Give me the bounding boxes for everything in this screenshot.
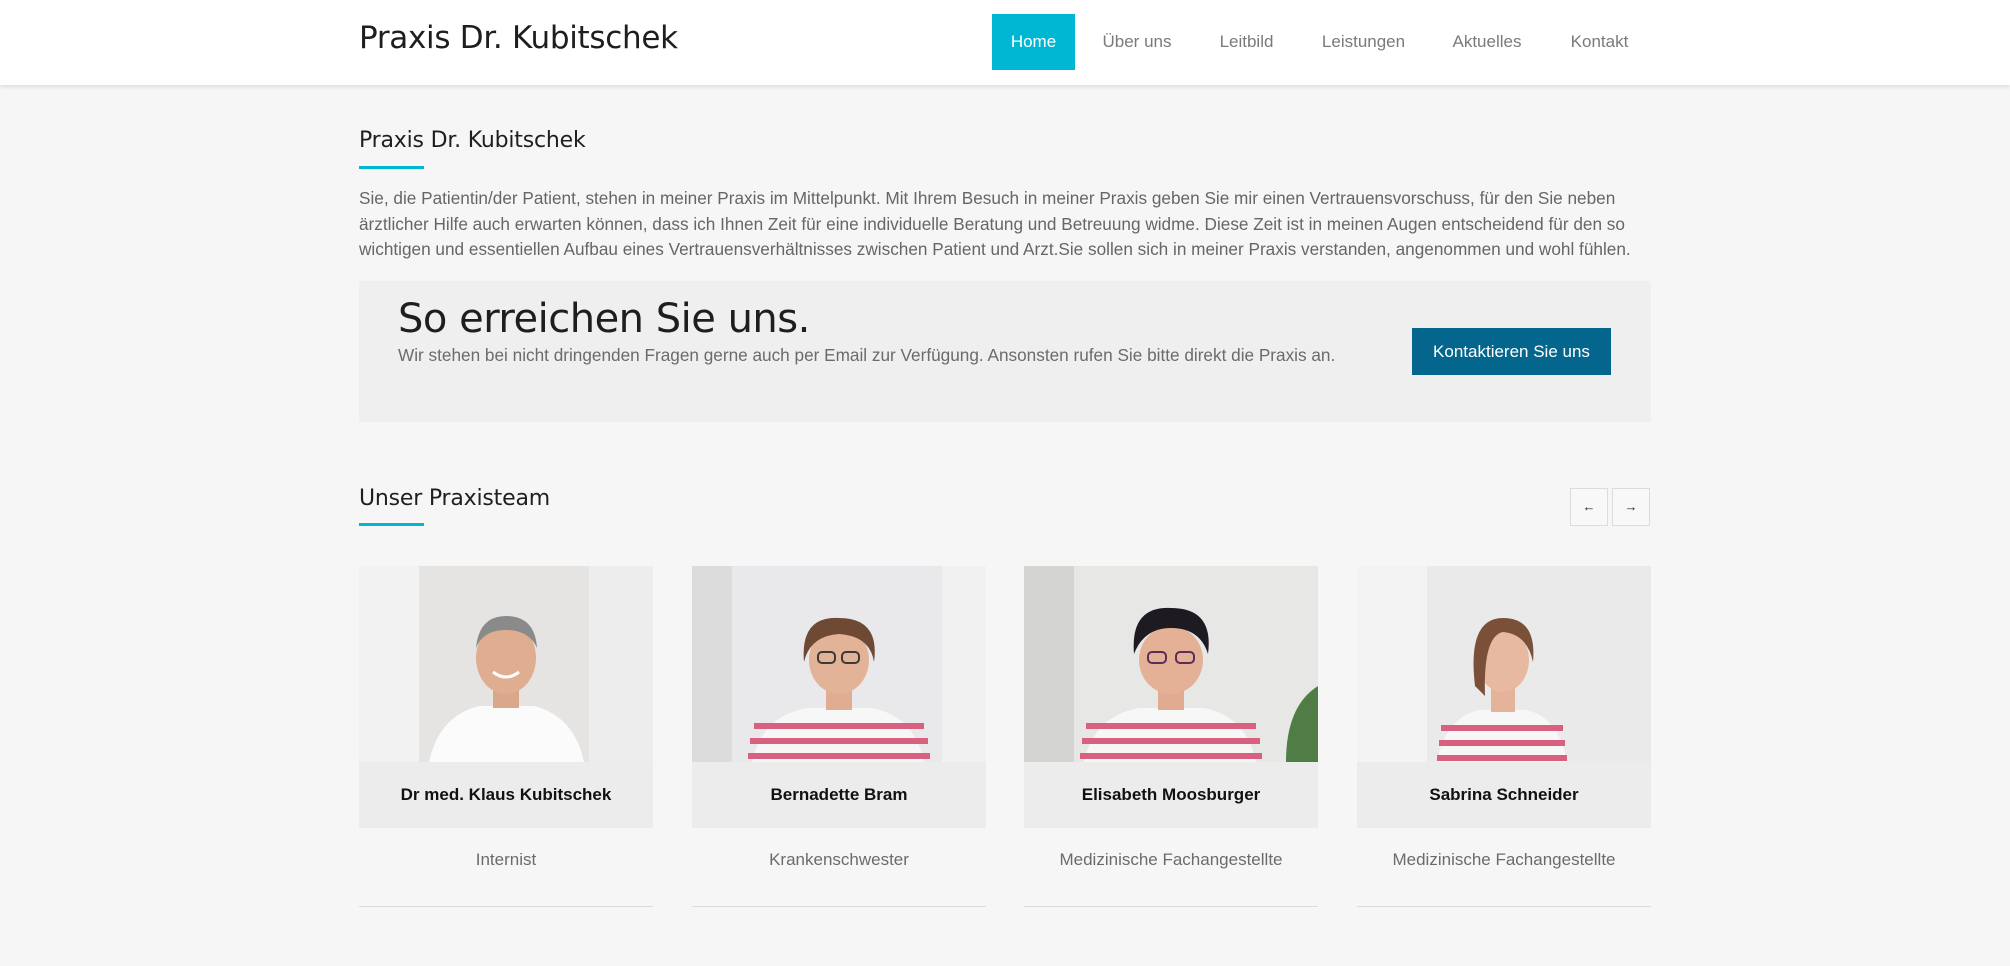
team-card[interactable]: Dr med. Klaus Kubitschek Internist <box>359 566 653 907</box>
team-photo <box>359 566 653 762</box>
team-member-name: Dr med. Klaus Kubitschek <box>359 762 653 828</box>
team-title-underline <box>359 523 424 526</box>
nav-kontakt[interactable]: Kontakt <box>1557 14 1642 70</box>
contact-callout-text: Wir stehen bei nicht dringenden Fragen g… <box>398 345 1336 365</box>
team-title: Unser Praxisteam <box>359 486 550 511</box>
team-member-role: Internist <box>475 850 537 869</box>
team-heading-wrap: Unser Praxisteam <box>359 486 1651 511</box>
carousel-next-button[interactable]: → <box>1612 488 1650 526</box>
intro-title: Praxis Dr. Kubitschek <box>359 128 586 153</box>
card-divider <box>1024 906 1318 907</box>
site-header: Praxis Dr. Kubitschek Home Über uns Leit… <box>0 0 2010 85</box>
team-member-role: Krankenschwester <box>769 850 909 869</box>
team-photo <box>1024 566 1318 762</box>
team-card[interactable]: Sabrina Schneider Medizinische Fachanges… <box>1357 566 1651 907</box>
card-divider <box>1357 906 1651 907</box>
team-member-role: Medizinische Fachangestellte <box>1059 850 1283 869</box>
team-member-name: Elisabeth Moosburger <box>1024 762 1318 828</box>
nav-ueber-uns[interactable]: Über uns <box>1088 14 1186 70</box>
team-member-role: Medizinische Fachangestellte <box>1392 850 1616 869</box>
team-card[interactable]: Bernadette Bram Krankenschwester <box>692 566 986 907</box>
nav-leitbild[interactable]: Leitbild <box>1204 14 1289 70</box>
nav-aktuelles[interactable]: Aktuelles <box>1440 14 1534 70</box>
intro-text: Sie, die Patientin/der Patient, stehen i… <box>359 188 1631 259</box>
team-member-name: Bernadette Bram <box>692 762 986 828</box>
carousel-prev-button[interactable]: ← <box>1570 488 1608 526</box>
card-divider <box>692 906 986 907</box>
arrow-right-icon: → <box>1624 499 1638 514</box>
team-member-name: Sabrina Schneider <box>1357 762 1651 828</box>
contact-button[interactable]: Kontaktieren Sie uns <box>1412 328 1611 375</box>
nav-leistungen[interactable]: Leistungen <box>1311 14 1416 70</box>
arrow-left-icon: ← <box>1582 499 1596 514</box>
contact-callout: So erreichen Sie uns. Wir stehen bei nic… <box>359 281 1651 422</box>
intro-title-underline <box>359 166 424 169</box>
team-photo <box>692 566 986 762</box>
nav-home[interactable]: Home <box>992 14 1075 70</box>
intro-heading-wrap: Praxis Dr. Kubitschek <box>359 128 1651 153</box>
team-card[interactable]: Elisabeth Moosburger Medizinische Fachan… <box>1024 566 1318 907</box>
site-brand[interactable]: Praxis Dr. Kubitschek <box>359 20 678 56</box>
team-photo <box>1357 566 1651 762</box>
card-divider <box>359 906 653 907</box>
contact-callout-title: So erreichen Sie uns. <box>398 296 810 342</box>
